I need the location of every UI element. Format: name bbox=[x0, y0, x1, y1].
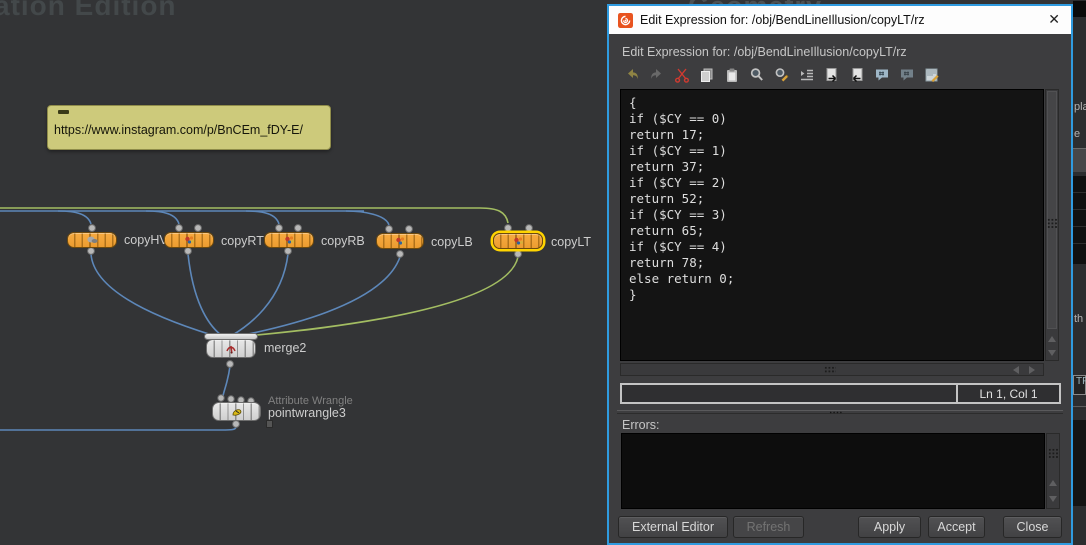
wire-copyLB-merge2 bbox=[239, 257, 400, 336]
scroll-up-icon[interactable] bbox=[1048, 336, 1056, 342]
node-label-copyRT: copyRT bbox=[221, 234, 264, 248]
pointwrangle3-flag-badge[interactable] bbox=[266, 420, 273, 428]
copy-sop-icon bbox=[512, 236, 525, 246]
wire-blue-to-copyRT bbox=[146, 211, 179, 224]
expression-code-text[interactable]: { if ($CY == 0) return 17; if ($CY == 1)… bbox=[621, 90, 1043, 303]
scroll-down-icon[interactable] bbox=[1049, 496, 1057, 502]
node-merge2[interactable] bbox=[206, 339, 256, 358]
expression-code-area: { if ($CY == 0) return 17; if ($CY == 1)… bbox=[620, 89, 1060, 376]
uncomment-icon[interactable] bbox=[898, 66, 916, 84]
houdini-logo-icon bbox=[618, 13, 633, 28]
paste-icon[interactable] bbox=[723, 66, 741, 84]
status-bar: Ln 1, Col 1 bbox=[620, 383, 1061, 404]
errors-label: Errors: bbox=[622, 418, 660, 432]
cursor-position-indicator: Ln 1, Col 1 bbox=[957, 383, 1061, 404]
node-label-copyLB: copyLB bbox=[431, 235, 473, 249]
node-copyLT-selected[interactable] bbox=[493, 233, 543, 249]
comment-icon[interactable] bbox=[873, 66, 891, 84]
indent-icon[interactable] bbox=[798, 66, 816, 84]
copy-sop-icon bbox=[283, 235, 296, 245]
close-button[interactable]: Close bbox=[1003, 516, 1062, 538]
edit-expression-path-label: Edit Expression for: /obj/BendLineIllusi… bbox=[622, 45, 907, 59]
wire-copyRT-merge2 bbox=[188, 254, 221, 335]
splitter-grip[interactable] bbox=[829, 411, 843, 414]
code-vertical-scrollbar[interactable] bbox=[1045, 89, 1059, 361]
copy-sop-icon bbox=[183, 235, 196, 245]
external-editor-button[interactable]: External Editor bbox=[618, 516, 728, 538]
dialog-titlebar[interactable]: Edit Expression for: /obj/BendLineIllusi… bbox=[609, 6, 1071, 34]
apply-button[interactable]: Apply bbox=[858, 516, 921, 538]
wire-copyHV-merge2 bbox=[91, 254, 212, 335]
wire-blue-to-copyLB bbox=[346, 211, 389, 225]
copy-sop-icon bbox=[86, 235, 99, 245]
quick-entry-input[interactable] bbox=[622, 386, 956, 403]
find-icon[interactable] bbox=[748, 66, 766, 84]
node-copyRB[interactable] bbox=[264, 232, 314, 248]
scroll-down-icon[interactable] bbox=[1048, 350, 1056, 356]
edit-expression-dialog: Edit Expression for: /obj/BendLineIllusi… bbox=[607, 4, 1073, 545]
wire-blue-to-copyRB bbox=[246, 211, 279, 224]
find-replace-icon[interactable] bbox=[773, 66, 791, 84]
quick-entry-field-wrap bbox=[620, 383, 957, 404]
wire-pointwrangle3-out bbox=[0, 427, 236, 430]
node-copyLB[interactable] bbox=[376, 233, 424, 249]
wire-merge2-pointwrangle3 bbox=[223, 366, 230, 396]
copy-sop-icon bbox=[394, 236, 407, 246]
dialog-title: Edit Expression for: /obj/BendLineIllusi… bbox=[640, 13, 925, 27]
errors-vertical-scrollbar[interactable] bbox=[1046, 433, 1060, 509]
code-vscroll-grip[interactable] bbox=[1047, 218, 1057, 229]
expression-editor-icon[interactable] bbox=[923, 66, 941, 84]
node-label-copyHV: copyHV bbox=[124, 233, 168, 247]
node-copyHV[interactable] bbox=[67, 232, 117, 248]
redo-icon[interactable] bbox=[648, 66, 666, 84]
merge-sop-icon bbox=[224, 343, 238, 355]
close-icon[interactable]: ✕ bbox=[1048, 12, 1060, 28]
node-label-copyRB: copyRB bbox=[321, 234, 365, 248]
dialog-splitter[interactable] bbox=[617, 410, 1063, 414]
copy-icon[interactable] bbox=[698, 66, 716, 84]
node-label-copyLT: copyLT bbox=[551, 235, 591, 249]
cut-icon[interactable] bbox=[673, 66, 691, 84]
expression-toolbar bbox=[623, 66, 941, 84]
errors-area bbox=[621, 433, 1061, 509]
code-vscroll-thumb[interactable] bbox=[1047, 91, 1057, 329]
scroll-left-icon[interactable] bbox=[1013, 366, 1019, 374]
houdini-app-window: ation Edition Geometry https: bbox=[0, 0, 1086, 545]
node-label-pointwrangle3: pointwrangle3 bbox=[268, 406, 346, 420]
code-editor[interactable]: { if ($CY == 0) return 17; if ($CY == 1)… bbox=[620, 89, 1044, 361]
code-hscroll-grip[interactable] bbox=[824, 366, 836, 374]
node-pointwrangle3[interactable] bbox=[212, 402, 261, 421]
wire-blue-to-copyHV bbox=[58, 211, 91, 224]
errors-output bbox=[621, 433, 1045, 509]
refresh-button: Refresh bbox=[733, 516, 804, 538]
wrangle-sop-icon bbox=[230, 406, 244, 418]
node-label-merge2: merge2 bbox=[264, 341, 306, 355]
errors-vscroll-grip[interactable] bbox=[1048, 448, 1058, 459]
scroll-up-icon[interactable] bbox=[1049, 480, 1057, 486]
shift-right-icon[interactable] bbox=[823, 66, 841, 84]
accept-button[interactable]: Accept bbox=[928, 516, 985, 538]
undo-icon[interactable] bbox=[623, 66, 641, 84]
node-copyRT[interactable] bbox=[164, 232, 214, 248]
wire-copyRB-merge2 bbox=[231, 254, 288, 336]
code-horizontal-scrollbar[interactable] bbox=[620, 363, 1044, 376]
shift-left-icon[interactable] bbox=[848, 66, 866, 84]
scroll-right-icon[interactable] bbox=[1029, 366, 1035, 374]
